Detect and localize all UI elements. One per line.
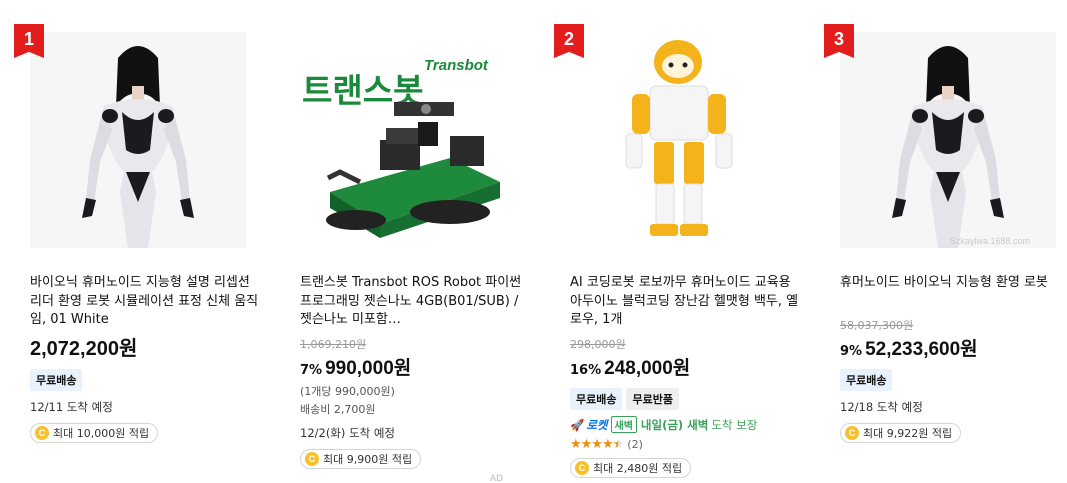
badge-row: 무료배송 — [840, 369, 1067, 391]
delivery-date: 내일(금) 새벽 — [640, 417, 709, 432]
humanoid-robot-image: Szkaylwa.1688.com — [840, 32, 1056, 248]
rocket-label: 로켓 — [586, 417, 608, 432]
coin-icon: C — [305, 452, 319, 466]
sale-price: 2,072,200원 — [30, 338, 138, 360]
discount-rate: 7% — [300, 363, 323, 378]
coin-icon: C — [35, 426, 49, 440]
product-title[interactable]: AI 코딩로봇 로보까무 휴머노이드 교육용 아두이노 블럭코딩 장난감 헬맷형… — [570, 274, 800, 330]
discount-rate: 16% — [570, 363, 602, 378]
reward-pill: C 최대 9,900원 적립 — [300, 449, 422, 469]
coding-robot-image — [570, 32, 786, 248]
product-card-3[interactable]: 2 AI 코딩로봇 로보까무 휴머노이드 교육용 아두이노 블럭코딩 장난감 헬… — [554, 24, 810, 478]
rank-badge: 1 — [14, 24, 44, 58]
reward-text: 최대 9,900원 적립 — [323, 453, 413, 466]
product-image[interactable]: Transbot 트랜스봇 — [300, 32, 516, 248]
ad-label[interactable]: AD — [490, 474, 503, 483]
dawn-badge: 새벽 — [610, 416, 637, 433]
sale-price: 52,233,600원 — [865, 339, 978, 360]
star-rating-icon: ★★★★★ — [570, 437, 624, 452]
product-card-4[interactable]: 3 Szkaylwa.1688.com 휴머노이드 바이오닉 지능형 환영 로봇 — [824, 24, 1067, 443]
shipping-fee: 배송비 2,700원 — [300, 403, 376, 416]
product-card-1[interactable]: 1 바이오닉 휴머노이드 지능형 설명 리셉션 리더 환영 로봇 시뮬레이션 표… — [14, 24, 270, 443]
arrival-date: 12/11 도착 예정 — [30, 400, 113, 414]
product-title[interactable]: 휴머노이드 바이오닉 지능형 환영 로봇 — [840, 274, 1067, 311]
badge-row: 무료배송 무료반품 — [570, 388, 810, 410]
free-return-badge: 무료반품 — [626, 388, 679, 410]
rocket-delivery-row: 🚀 로켓 새벽 내일(금) 새벽 도착 보장 — [570, 416, 810, 433]
review-count: (2) — [627, 438, 643, 451]
price-row: 2,072,200원 — [30, 332, 270, 361]
discount-rate: 9% — [840, 344, 863, 359]
reward-pill: C 최대 10,000원 적립 — [30, 423, 159, 443]
original-price: 298,000원 — [570, 338, 626, 351]
watermark-text: Szkaylwa.1688.com — [950, 236, 1030, 246]
product-image[interactable]: 3 Szkaylwa.1688.com — [824, 24, 1056, 248]
price-row: 9% 52,233,600원 — [840, 334, 1067, 361]
reward-text: 최대 2,480원 적립 — [593, 462, 683, 475]
transbot-logo-text: Transbot — [424, 57, 489, 74]
original-price: 1,069,210원 — [300, 338, 367, 351]
product-image[interactable]: 2 — [554, 24, 786, 248]
reward-text: 최대 9,922원 적립 — [863, 427, 953, 440]
arrival-date: 12/18 도착 예정 — [840, 400, 923, 414]
product-card-2[interactable]: Transbot 트랜스봇 트랜스봇 Transbot ROS Robot 파이… — [300, 24, 540, 469]
coin-icon: C — [575, 461, 589, 475]
price-row: 16% 248,000원 — [570, 353, 810, 380]
delivery-guarantee: 도착 보장 — [711, 417, 758, 432]
arrival-date: 12/2(화) 도착 예정 — [300, 426, 396, 440]
product-title[interactable]: 트랜스봇 Transbot ROS Robot 파이썬 프로그래밍 젯슨나노 4… — [300, 274, 530, 330]
price-row: 7% 990,000원 — [300, 353, 540, 380]
reward-pill: C 최대 2,480원 적립 — [570, 458, 692, 478]
rank-badge: 2 — [554, 24, 584, 58]
free-shipping-badge: 무료배송 — [30, 369, 83, 391]
free-shipping-badge: 무료배송 — [570, 388, 623, 410]
reward-pill: C 최대 9,922원 적립 — [840, 423, 962, 443]
original-price: 58,037,300원 — [840, 319, 914, 332]
humanoid-robot-image — [30, 32, 246, 248]
product-image[interactable]: 1 — [14, 24, 246, 248]
rank-badge: 3 — [824, 24, 854, 58]
sale-price: 248,000원 — [604, 358, 691, 379]
coin-icon: C — [845, 426, 859, 440]
rocket-icon: 🚀 — [570, 417, 585, 432]
product-grid: 1 바이오닉 휴머노이드 지능형 설명 리셉션 리더 환영 로봇 시뮬레이션 표… — [0, 0, 1067, 483]
product-title[interactable]: 바이오닉 휴머노이드 지능형 설명 리셉션 리더 환영 로봇 시뮬레이션 표정 … — [30, 274, 260, 330]
sale-price: 990,000원 — [325, 358, 412, 379]
reward-text: 최대 10,000원 적립 — [53, 427, 150, 440]
rating-row: ★★★★★ (2) — [570, 437, 810, 452]
transbot-robot-image: Transbot 트랜스봇 — [300, 32, 516, 248]
unit-price: (1개당 990,000원) — [300, 385, 395, 398]
free-shipping-badge: 무료배송 — [840, 369, 893, 391]
badge-row: 무료배송 — [30, 369, 270, 391]
